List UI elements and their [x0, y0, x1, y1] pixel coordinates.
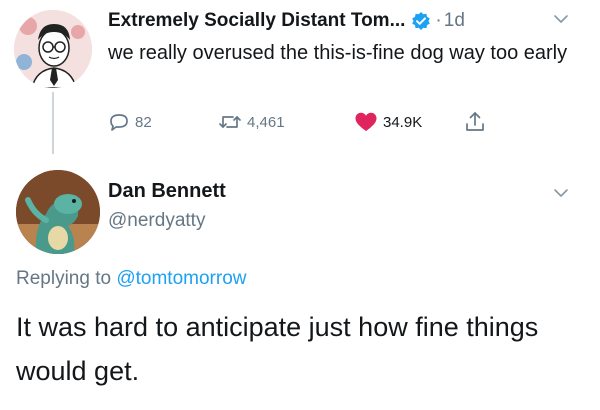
- like-count: 34.9K: [383, 113, 423, 131]
- verified-badge-icon: [411, 11, 431, 31]
- heart-icon: [355, 112, 377, 131]
- tweet1-timestamp[interactable]: 1d: [444, 10, 465, 32]
- tweet2-author-name[interactable]: Dan Bennett: [108, 180, 226, 203]
- reply-count: 82: [135, 113, 152, 131]
- like-button[interactable]: 34.9K: [354, 108, 422, 136]
- tweet1-text: we really overused the this-is-fine dog …: [108, 42, 568, 64]
- chevron-down-icon[interactable]: [553, 12, 569, 26]
- tom-avatar[interactable]: [14, 10, 92, 88]
- retweet-button[interactable]: 4,461: [218, 108, 285, 136]
- chevron-down-icon[interactable]: [553, 186, 569, 200]
- replying-to-mention[interactable]: @tomtomorrow: [116, 268, 246, 289]
- tweet2-text: It was hard to anticipate just how fine …: [16, 312, 539, 386]
- thread-line: [52, 92, 54, 154]
- share-icon: [466, 112, 484, 131]
- reply-button[interactable]: 82: [108, 108, 152, 136]
- replying-to-line: Replying to @tomtomorrow: [16, 268, 247, 290]
- tweet1-header: Extremely Socially Distant Tom... · 1d: [108, 6, 465, 36]
- reply-icon: [110, 114, 128, 131]
- retweet-icon: [219, 116, 241, 128]
- tweet1-author-name[interactable]: Extremely Socially Distant Tom...: [108, 10, 405, 32]
- tweet1-actions: 82 4,461 34.9K: [108, 108, 528, 136]
- dan-avatar[interactable]: [16, 170, 100, 254]
- tweet2-author-handle[interactable]: @nerdyatty: [108, 210, 205, 232]
- share-button[interactable]: [464, 108, 491, 136]
- retweet-count: 4,461: [247, 113, 285, 131]
- tweet1-separator: ·: [435, 10, 442, 31]
- replying-prefix: Replying to: [16, 268, 117, 289]
